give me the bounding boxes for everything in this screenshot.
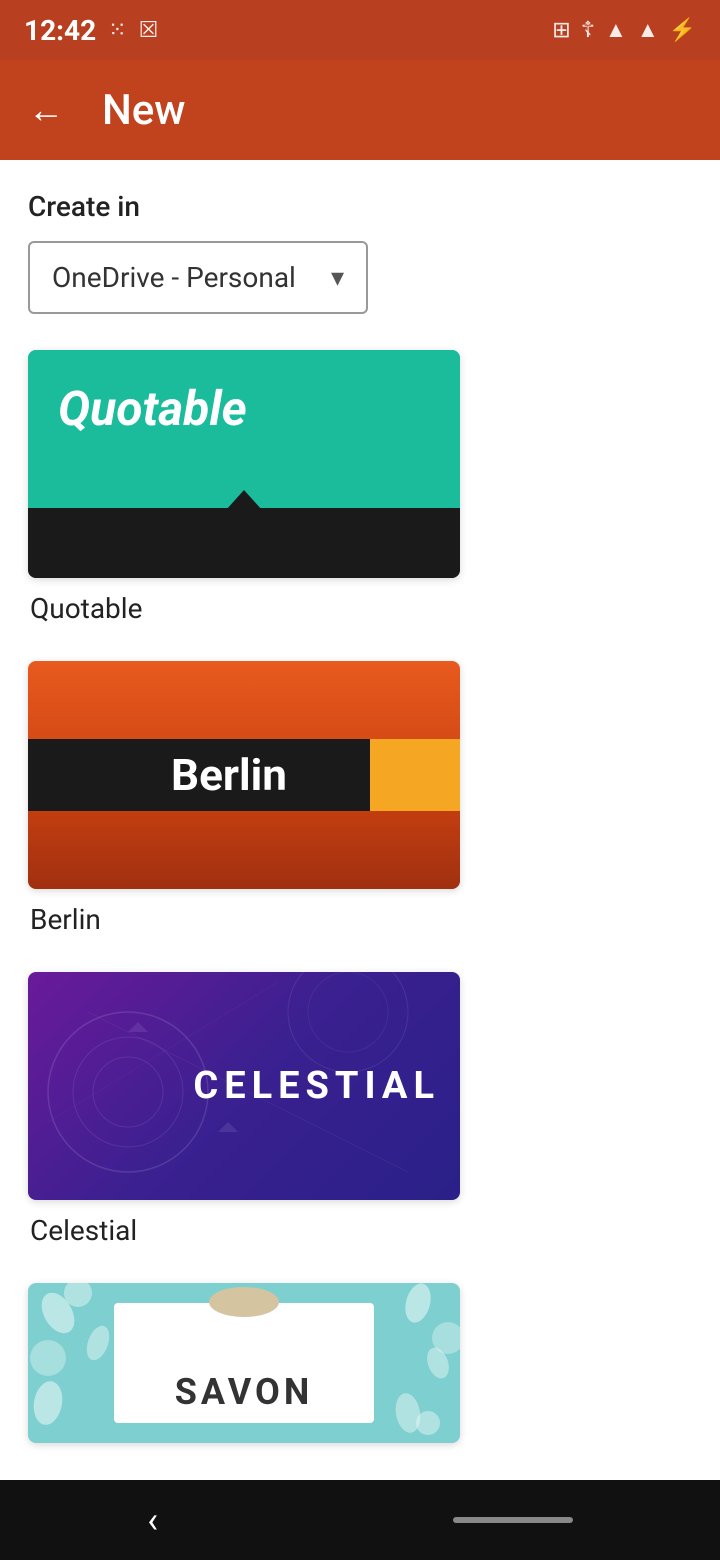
template-berlin[interactable]: Berlin Berlin: [28, 661, 692, 936]
savon-bow-decoration: [209, 1287, 279, 1317]
chevron-down-icon: ▾: [331, 263, 344, 293]
savon-inner-card: SAVON: [114, 1303, 374, 1423]
nav-back-button[interactable]: ‹: [147, 1499, 158, 1541]
back-button[interactable]: ←: [20, 81, 72, 139]
template-savon-thumbnail: SAVON: [28, 1283, 460, 1443]
signal-icon: ⁙: [108, 18, 126, 43]
content-area: Create in OneDrive - Personal ▾ Quotable…: [0, 160, 720, 1560]
savon-thumbnail-text: SAVON: [175, 1371, 313, 1413]
status-time: 12:42: [24, 14, 96, 47]
cast-icon: ⊞: [552, 18, 570, 43]
vibrate-icon: ☦: [581, 18, 595, 43]
status-bar: 12:42 ⁙ ☒ ⊞ ☦ ▲ ▲ ⚡: [0, 0, 720, 60]
template-celestial-label: Celestial: [28, 1214, 692, 1247]
template-celestial-thumbnail: CELESTIAL: [28, 972, 460, 1200]
app-bar: ← New: [0, 60, 720, 160]
wifi-icon: ▲: [605, 17, 627, 43]
dropdown-value: OneDrive - Personal: [52, 261, 296, 294]
celestial-thumbnail-text: CELESTIAL: [193, 1064, 440, 1108]
berlin-thumbnail-text: Berlin: [171, 749, 287, 801]
nav-bar: ‹: [0, 1480, 720, 1560]
page-title: New: [102, 86, 185, 135]
template-berlin-label: Berlin: [28, 903, 692, 936]
template-quotable-label: Quotable: [28, 592, 692, 625]
template-quotable-thumbnail: Quotable: [28, 350, 460, 578]
battery-icon: ⚡: [669, 18, 696, 43]
create-in-label: Create in: [28, 190, 692, 223]
nav-home-indicator[interactable]: [453, 1517, 573, 1523]
template-savon[interactable]: SAVON Savon: [28, 1283, 692, 1490]
template-berlin-thumbnail: Berlin: [28, 661, 460, 889]
notifications-icon: ☒: [139, 18, 159, 43]
quotable-thumbnail-text: Quotable: [58, 380, 247, 437]
template-celestial[interactable]: CELESTIAL Celestial: [28, 972, 692, 1247]
storage-location-dropdown[interactable]: OneDrive - Personal ▾: [28, 241, 368, 314]
berlin-orange-accent: [370, 739, 460, 811]
template-quotable[interactable]: Quotable Quotable: [28, 350, 692, 625]
signal-bar-icon: ▲: [637, 17, 659, 43]
